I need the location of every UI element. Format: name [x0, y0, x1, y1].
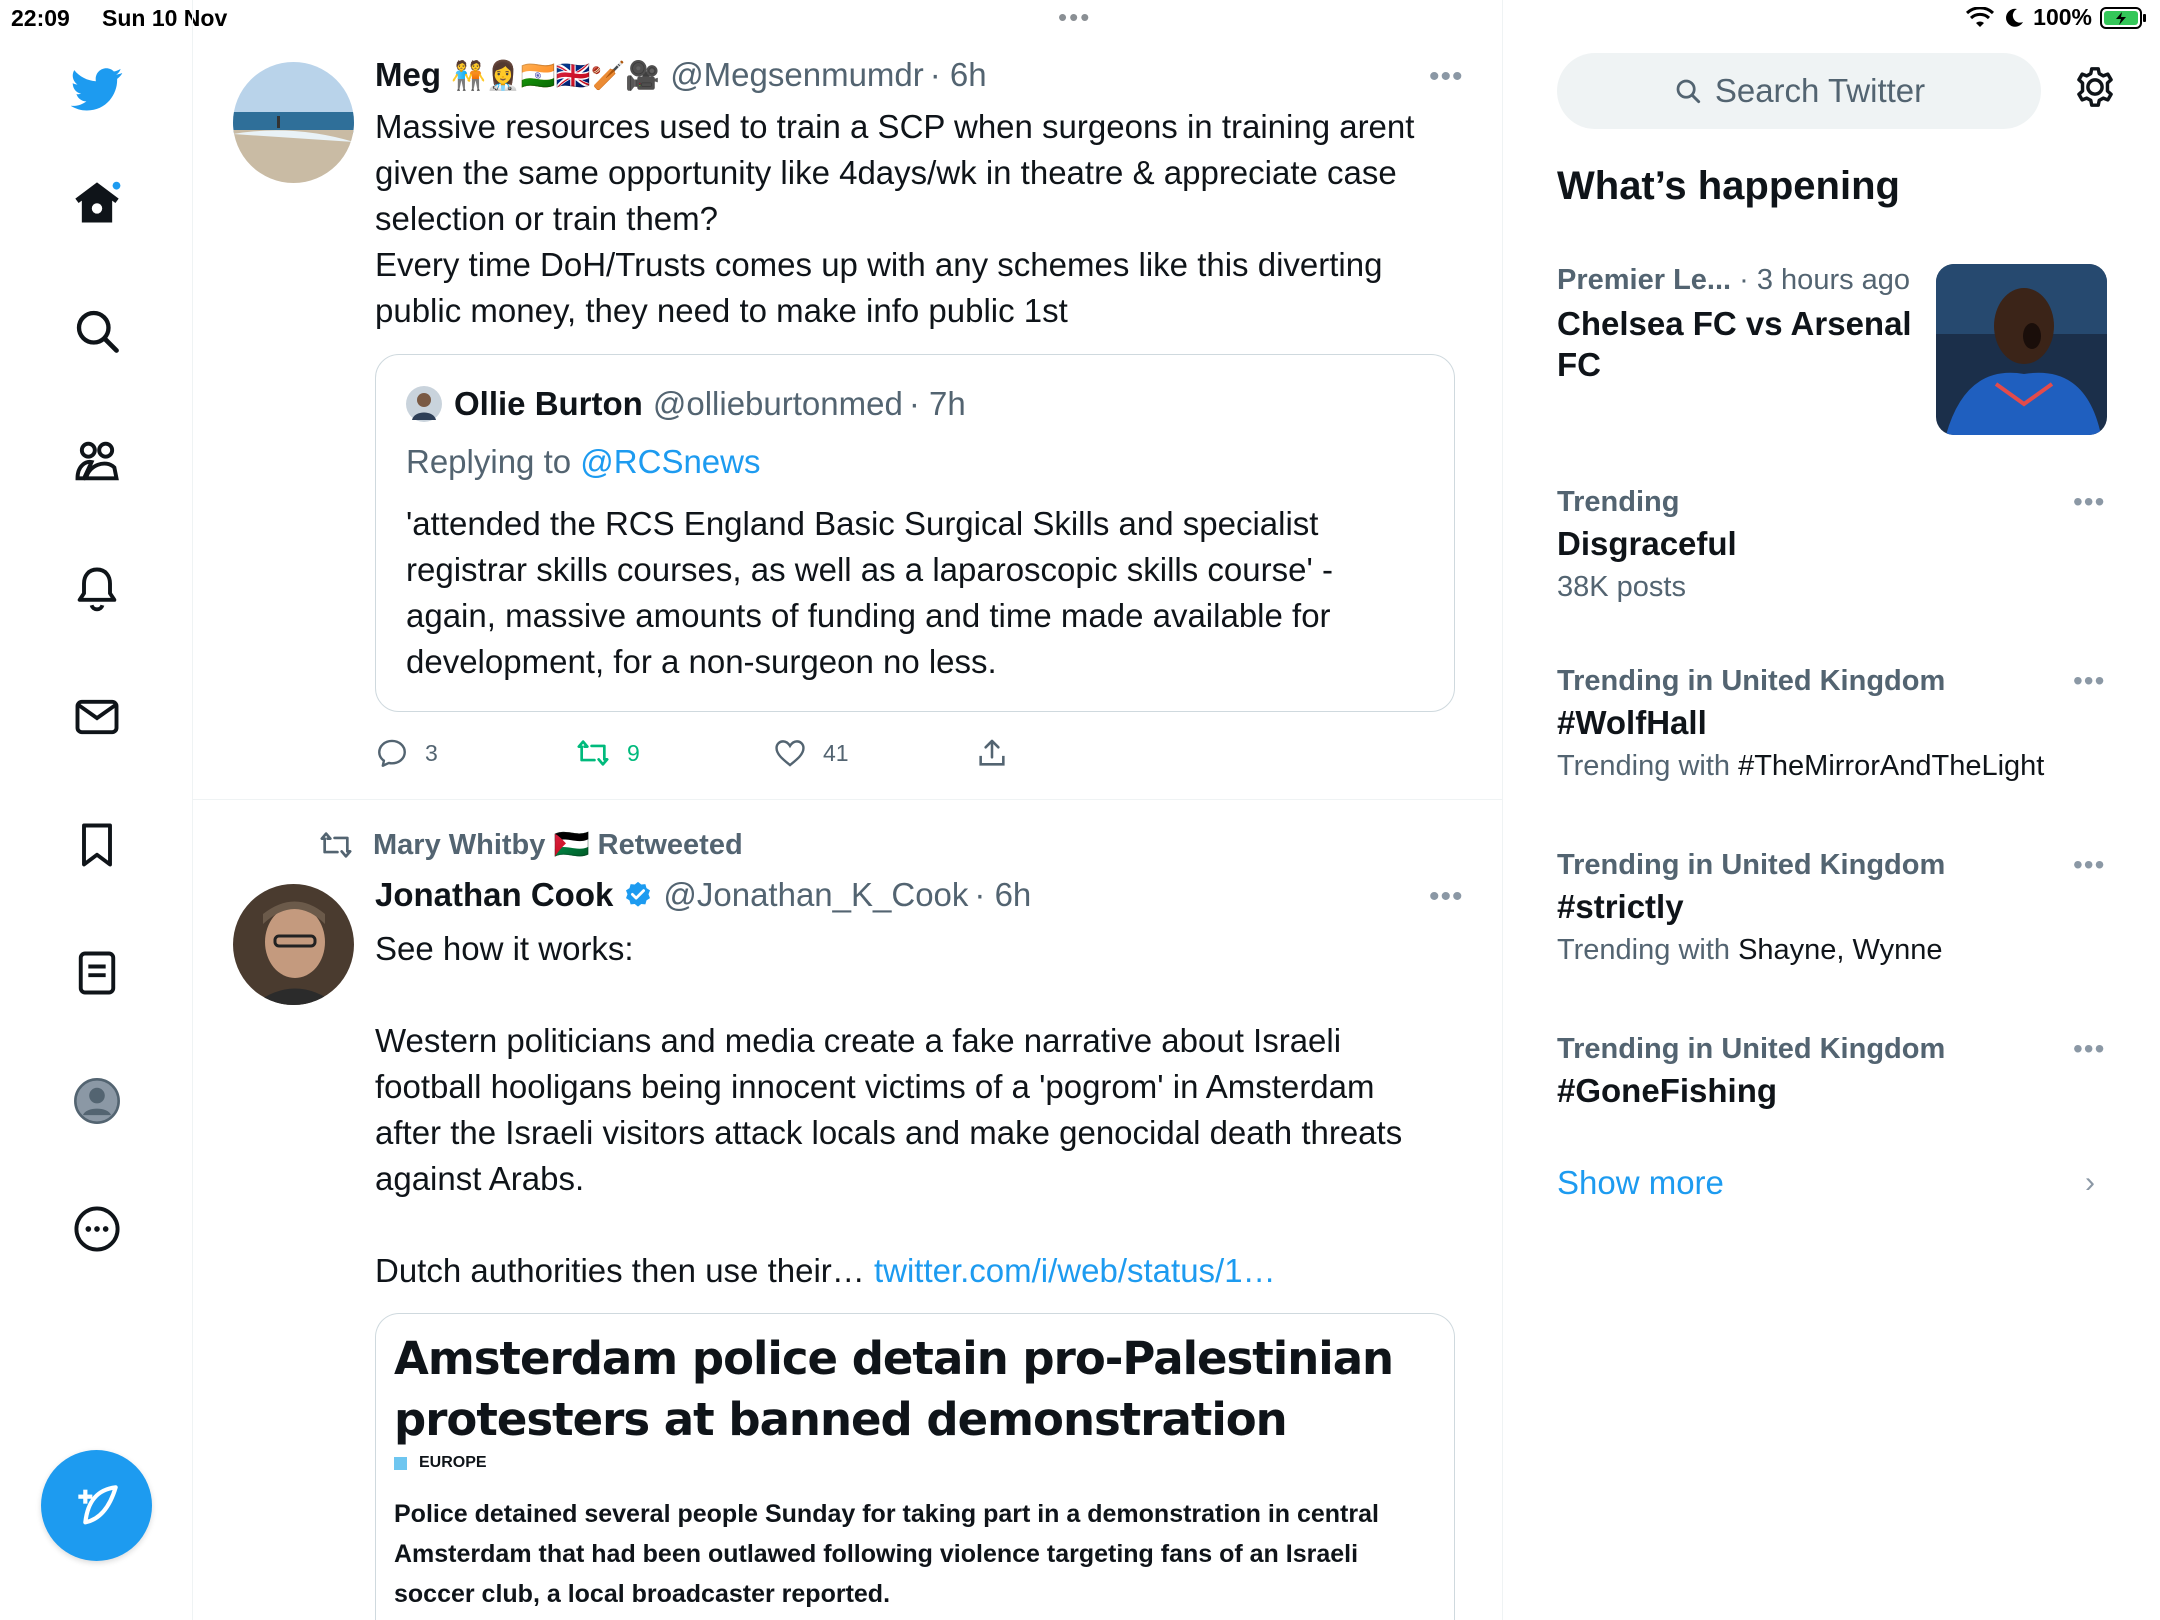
quoted-tweet[interactable]: Ollie Burton @ollieburtonmed · 7h Replyi…: [375, 354, 1455, 712]
reply-count: 3: [425, 739, 438, 766]
feather-plus-icon: [77, 1484, 118, 1524]
heart-icon: [775, 740, 805, 767]
avatar[interactable]: [233, 884, 354, 1005]
author-name[interactable]: Jonathan Cook: [375, 876, 613, 914]
trend-with-value: Shayne, Wynne: [1738, 934, 1943, 966]
tweet-divider: [193, 799, 1502, 800]
left-navigation: [0, 0, 193, 1620]
tweet-time[interactable]: · 6h: [930, 56, 987, 94]
trend-item[interactable]: Trending in United Kingdom #WolfHall Tre…: [1557, 665, 2117, 783]
tweet-header: Jonathan Cook @Jonathan_K_Cook · 6h: [375, 876, 1031, 914]
trend-with-value: #TheMirrorAndTheLight: [1738, 750, 2045, 782]
reply-button[interactable]: 3: [375, 736, 438, 770]
author-handle[interactable]: @Jonathan_K_Cook: [663, 876, 968, 914]
quote-time: · 7h: [908, 385, 966, 422]
show-more-link[interactable]: Show more: [1557, 1164, 1724, 1202]
retweet-button[interactable]: 9: [575, 736, 640, 770]
trend-topic: #WolfHall: [1557, 704, 1707, 741]
retweet-context-icon: [320, 832, 352, 858]
trend-context: Trending in United Kingdom: [1557, 1033, 1946, 1065]
trend-with-label: Trending with: [1557, 934, 1731, 966]
tweet-link[interactable]: twitter.com/i/web/status/1…: [874, 1252, 1276, 1289]
communities-icon[interactable]: [66, 430, 128, 492]
share-button[interactable]: [975, 736, 1009, 770]
retweet-context: Mary Whitby 🇵🇸 Retweeted: [317, 828, 743, 862]
featured-time: · 3 hours ago: [1739, 264, 1911, 296]
avatar[interactable]: [233, 62, 354, 183]
trend-more-icon[interactable]: •••: [2073, 1033, 2105, 1065]
featured-topic: Chelsea FC vs Arsenal FC: [1557, 305, 1912, 383]
tweet-header: Meg 🧑‍🤝‍🧑👩‍⚕️🇮🇳🇬🇧🏏🎥 @Megsenmumdr · 6h: [375, 56, 987, 94]
quote-text: 'attended the RCS England Basic Surgical…: [406, 505, 1333, 680]
tweet-more-icon[interactable]: •••: [1429, 60, 1464, 94]
author-name[interactable]: Meg: [375, 56, 441, 94]
tweet-more-icon[interactable]: •••: [1429, 880, 1464, 914]
quote-avatar: [406, 386, 442, 422]
more-options-icon[interactable]: [66, 1198, 128, 1260]
verified-badge-icon: [626, 881, 651, 907]
tweet-text: Massive resources used to train a SCP wh…: [375, 108, 1415, 329]
trend-topic: #strictly: [1557, 888, 1684, 925]
trend-item[interactable]: Trending in United Kingdom #strictly Tre…: [1557, 849, 2117, 967]
section-marker: [394, 1456, 407, 1470]
retweet-count: 9: [627, 739, 640, 766]
retweet-icon: [577, 740, 609, 766]
trend-topic: #GoneFishing: [1557, 1072, 1778, 1109]
trend-context: Trending in United Kingdom: [1557, 849, 1946, 881]
search-icon: [1676, 79, 1700, 104]
timeline[interactable]: Meg 🧑‍🤝‍🧑👩‍⚕️🇮🇳🇬🇧🏏🎥 @Megsenmumdr · 6h ••…: [193, 0, 1503, 1620]
whats-happening-title: What’s happening: [1557, 164, 1900, 208]
search-placeholder: Search Twitter: [1714, 72, 1926, 109]
notifications-bell-icon[interactable]: [66, 558, 128, 620]
replying-to-link[interactable]: @RCSnews: [580, 443, 760, 480]
tweet-text: See how it works: Western politicians an…: [375, 926, 1435, 1294]
quote-author-name: Ollie Burton: [454, 385, 643, 422]
name-emojis: 🧑‍🤝‍🧑👩‍⚕️🇮🇳🇬🇧🏏🎥: [451, 59, 661, 91]
card-section: EUROPE: [419, 1454, 487, 1471]
author-handle[interactable]: @Megsenmumdr: [670, 56, 924, 94]
home-icon[interactable]: [66, 172, 128, 234]
trend-more-icon[interactable]: •••: [2073, 665, 2105, 697]
featured-trend[interactable]: Premier Le... · 3 hours ago Chelsea FC v…: [1557, 264, 1937, 385]
like-button[interactable]: 41: [773, 736, 849, 770]
trend-item[interactable]: Trending Disgraceful 38K posts: [1557, 486, 2117, 604]
trend-more-icon[interactable]: •••: [2073, 486, 2105, 518]
trend-topic: Disgraceful: [1557, 525, 1737, 562]
chevron-right-icon[interactable]: ›: [2085, 1166, 2095, 1200]
trend-with-label: Trending with: [1557, 750, 1731, 782]
featured-context: Premier Le...: [1557, 264, 1732, 296]
replying-to-label: Replying to: [406, 443, 572, 480]
sidebar: Search Twitter What’s happening Premier …: [1503, 0, 2160, 1620]
like-count: 41: [823, 739, 849, 766]
compose-tweet-button[interactable]: [41, 1450, 152, 1561]
settings-gear-icon[interactable]: [2072, 64, 2118, 115]
messages-envelope-icon[interactable]: [66, 686, 128, 748]
tweet-text-content: See how it works: Western politicians an…: [375, 930, 1403, 1289]
featured-trend-image[interactable]: [1936, 264, 2107, 435]
explore-search-icon[interactable]: [66, 300, 128, 362]
link-card[interactable]: Amsterdam police detain pro-Palestinian …: [375, 1313, 1455, 1620]
bookmarks-icon[interactable]: [66, 814, 128, 876]
quote-author-handle: @ollieburtonmed: [652, 385, 903, 422]
retweeted-by-label[interactable]: Mary Whitby 🇵🇸 Retweeted: [373, 828, 743, 862]
trend-more-icon[interactable]: •••: [2073, 849, 2105, 881]
card-summary: Police detained several people Sunday fo…: [394, 1500, 1379, 1608]
lists-icon[interactable]: [66, 942, 128, 1004]
trend-context: Trending: [1557, 486, 1680, 518]
share-icon: [979, 739, 1005, 766]
trend-context: Trending in United Kingdom: [1557, 665, 1946, 697]
search-input[interactable]: Search Twitter: [1557, 53, 2041, 129]
trend-item[interactable]: Trending in United Kingdom #GoneFishing: [1557, 1033, 2117, 1110]
twitter-logo-icon[interactable]: [66, 58, 128, 120]
tweet-time[interactable]: · 6h: [974, 876, 1031, 914]
card-headline: Amsterdam police detain pro-Palestinian …: [394, 1332, 1394, 1446]
trend-post-count: 38K posts: [1557, 571, 1686, 603]
reply-icon: [378, 739, 406, 767]
tweet-actions: 3 9 41: [375, 733, 1453, 773]
profile-avatar-icon[interactable]: [66, 1070, 128, 1132]
